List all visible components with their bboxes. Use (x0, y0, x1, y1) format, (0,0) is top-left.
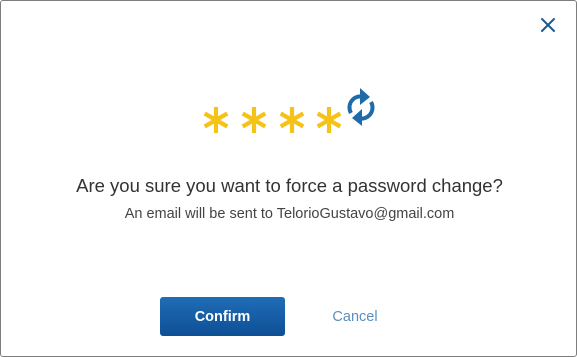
asterisk-icon (316, 107, 342, 133)
close-button[interactable] (537, 14, 559, 36)
asterisk-icon (203, 107, 229, 133)
force-password-change-dialog: Are you sure you want to force a passwor… (0, 0, 577, 357)
dialog-message: An email will be sent to TelorioGustavo@… (124, 206, 455, 222)
refresh-icon (347, 88, 375, 126)
confirm-button[interactable]: Confirm (160, 297, 285, 336)
asterisk-icon (279, 107, 305, 133)
close-icon (541, 18, 555, 32)
cancel-button[interactable]: Cancel (315, 297, 395, 336)
asterisk-icon (241, 107, 267, 133)
dialog-title: Are you sure you want to force a passwor… (76, 175, 503, 196)
password-reset-illustration (201, 85, 383, 145)
